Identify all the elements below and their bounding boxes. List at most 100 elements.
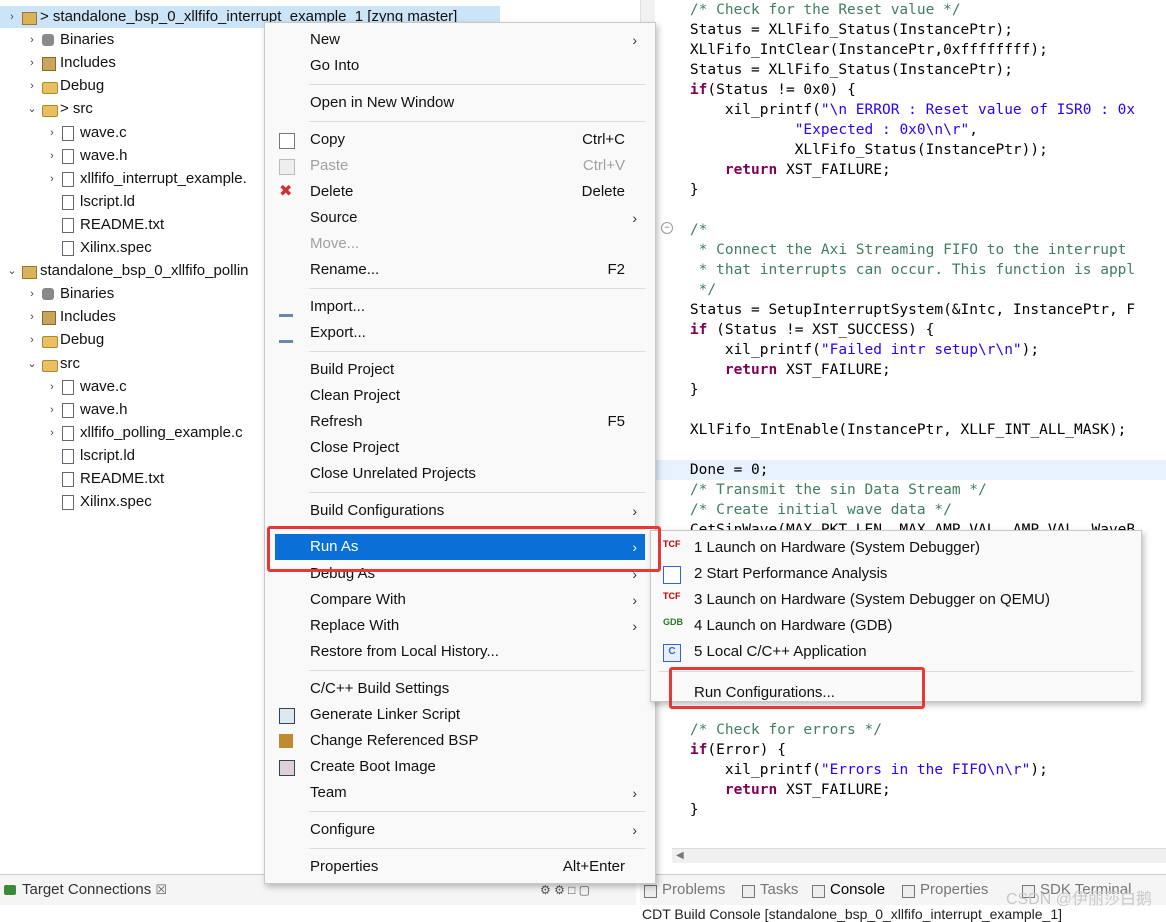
file-icon	[62, 402, 74, 418]
menu-item-build-project[interactable]: Build Project	[265, 357, 655, 383]
menu-item-change-referenced-bsp[interactable]: Change Referenced BSP	[265, 728, 655, 754]
menu-separator	[309, 84, 645, 85]
menu-item-rename[interactable]: Rename... F2	[265, 257, 655, 283]
code-token: return	[724, 162, 778, 178]
tab-console[interactable]: Console	[830, 875, 885, 905]
code-token: }	[655, 182, 699, 198]
menu-item-create-boot-image[interactable]: Create Boot Image	[265, 754, 655, 780]
code-token: xil_printf(	[655, 762, 821, 778]
menu-item-replace-with[interactable]: Replace With ›	[265, 613, 655, 639]
menu-item-delete[interactable]: ✖ Delete Delete	[265, 179, 655, 205]
menu-item-label: Source	[310, 209, 358, 226]
console-title: CDT Build Console [standalone_bsp_0_xllf…	[642, 906, 1062, 922]
menu-item-c-c-build-settings[interactable]: C/C++ Build Settings	[265, 676, 655, 702]
scroll-left-icon[interactable]: ◀	[676, 849, 684, 863]
tab-label: Target Connections	[22, 881, 152, 898]
expand-toggle-icon[interactable]: ›	[46, 376, 58, 398]
expand-toggle-icon[interactable]: ›	[26, 29, 38, 51]
folder-icon	[42, 336, 58, 349]
menu-item-properties[interactable]: Properties Alt+Enter	[265, 854, 655, 880]
code-line: return XST_FAILURE;	[655, 360, 891, 380]
code-line: XLlFifo_IntClear(InstancePtr,0xffffffff)…	[655, 40, 1048, 60]
submenu-item-4-launch-on-hardware-gdb[interactable]: GDB 4 Launch on Hardware (GDB)	[651, 613, 1141, 639]
menu-item-close-project[interactable]: Close Project	[265, 435, 655, 461]
tab-problems[interactable]: Problems	[662, 875, 725, 905]
tab-properties[interactable]: Properties	[920, 875, 988, 905]
includes-icon	[42, 57, 56, 72]
expand-toggle-icon[interactable]: ›	[6, 6, 18, 28]
menu-item-label: Generate Linker Script	[310, 706, 461, 723]
close-icon[interactable]: ☒	[155, 882, 167, 897]
menu-item-go-into[interactable]: Go Into	[265, 53, 655, 79]
menu-item-team[interactable]: Team ›	[265, 780, 655, 806]
code-token: );	[1021, 342, 1040, 358]
menu-item-shortcut: F2	[607, 261, 625, 278]
menu-item-import[interactable]: Import...	[265, 294, 655, 320]
menu-item-move: Move...	[265, 231, 655, 257]
code-token: * Connect the Axi Streaming FIFO to the …	[698, 242, 1127, 258]
menu-item-label: Import...	[310, 298, 366, 315]
code-line: }	[655, 180, 699, 200]
expand-toggle-icon[interactable]: ›	[46, 122, 58, 144]
code-editor[interactable]: /* Check for the Reset value */ Status =…	[655, 0, 1166, 862]
import-icon	[279, 300, 293, 317]
menu-item-configure[interactable]: Configure ›	[265, 817, 655, 843]
tree-item-label: README.txt	[80, 470, 165, 487]
menu-item-shortcut: Alt+Enter	[562, 858, 625, 875]
expand-toggle-icon[interactable]: ›	[46, 168, 58, 190]
submenu-item-3-launch-on-hardware-system-debugger-on-qemu[interactable]: TCF 3 Launch on Hardware (System Debugger…	[651, 587, 1141, 613]
fold-icon[interactable]: −	[661, 222, 673, 234]
expand-toggle-icon[interactable]: ›	[26, 283, 38, 305]
code-line: xil_printf("\n ERROR : Reset value of IS…	[655, 100, 1135, 120]
expand-toggle-icon[interactable]: ›	[46, 399, 58, 421]
menu-separator	[309, 848, 645, 849]
expand-toggle-icon[interactable]: ›	[26, 329, 38, 351]
chevron-right-icon: ›	[632, 785, 637, 801]
chevron-right-icon: ›	[632, 503, 637, 519]
menu-item-clean-project[interactable]: Clean Project	[265, 383, 655, 409]
submenu-item-5-local-c-c-application[interactable]: C 5 Local C/C++ Application	[651, 639, 1141, 665]
menu-item-compare-with[interactable]: Compare With ›	[265, 587, 655, 613]
expand-toggle-icon[interactable]: ›	[46, 145, 58, 167]
code-token: if	[689, 82, 708, 98]
expand-toggle-icon[interactable]: ›	[26, 52, 38, 74]
expand-toggle-icon[interactable]: ⌄	[26, 98, 38, 120]
editor-hscrollbar[interactable]: ◀	[672, 848, 1166, 863]
submenu-item-1-launch-on-hardware-system-debugger[interactable]: TCF 1 Launch on Hardware (System Debugger…	[651, 535, 1141, 561]
expand-toggle-icon[interactable]: ›	[46, 422, 58, 444]
code-line: return XST_FAILURE;	[655, 160, 891, 180]
menu-item-close-unrelated-projects[interactable]: Close Unrelated Projects	[265, 461, 655, 487]
menu-item-export[interactable]: Export...	[265, 320, 655, 346]
code-token: (Error) {	[707, 742, 786, 758]
menu-item-build-configurations[interactable]: Build Configurations ›	[265, 498, 655, 524]
menu-item-label: Build Configurations	[310, 502, 445, 519]
expand-toggle-icon[interactable]: ⌄	[6, 260, 18, 282]
menu-item-new[interactable]: New ›	[265, 27, 655, 53]
menu-item-open-in-new-window[interactable]: Open in New Window	[265, 90, 655, 116]
paste-icon	[279, 159, 295, 175]
submenu-item-label: 5 Local C/C++ Application	[694, 643, 867, 660]
tab-tasks[interactable]: Tasks	[760, 875, 798, 905]
file-icon	[62, 379, 74, 395]
code-token: }	[655, 802, 699, 818]
expand-toggle-icon[interactable]: ›	[26, 306, 38, 328]
code-token: XLlFifo_Status(InstancePtr));	[655, 142, 1048, 158]
expand-toggle-icon[interactable]: ⌄	[26, 353, 38, 375]
menu-item-generate-linker-script[interactable]: Generate Linker Script	[265, 702, 655, 728]
menu-item-refresh[interactable]: Refresh F5	[265, 409, 655, 435]
tree-item-label: lscript.ld	[80, 446, 136, 464]
menu-item-label: Restore from Local History...	[310, 643, 499, 660]
panel-toolbar-icons[interactable]: ⚙ ⚙ □ ▢	[540, 883, 620, 897]
menu-item-copy[interactable]: Copy Ctrl+C	[265, 127, 655, 153]
code-line: XLlFifo_Status(InstancePtr));	[655, 140, 1048, 160]
submenu-item-2-start-performance-analysis[interactable]: 2 Start Performance Analysis	[651, 561, 1141, 587]
menu-item-source[interactable]: Source ›	[265, 205, 655, 231]
menu-item-label: C/C++ Build Settings	[310, 680, 450, 697]
menu-item-restore-from-local-history[interactable]: Restore from Local History...	[265, 639, 655, 665]
expand-toggle-icon[interactable]: ›	[26, 75, 38, 97]
